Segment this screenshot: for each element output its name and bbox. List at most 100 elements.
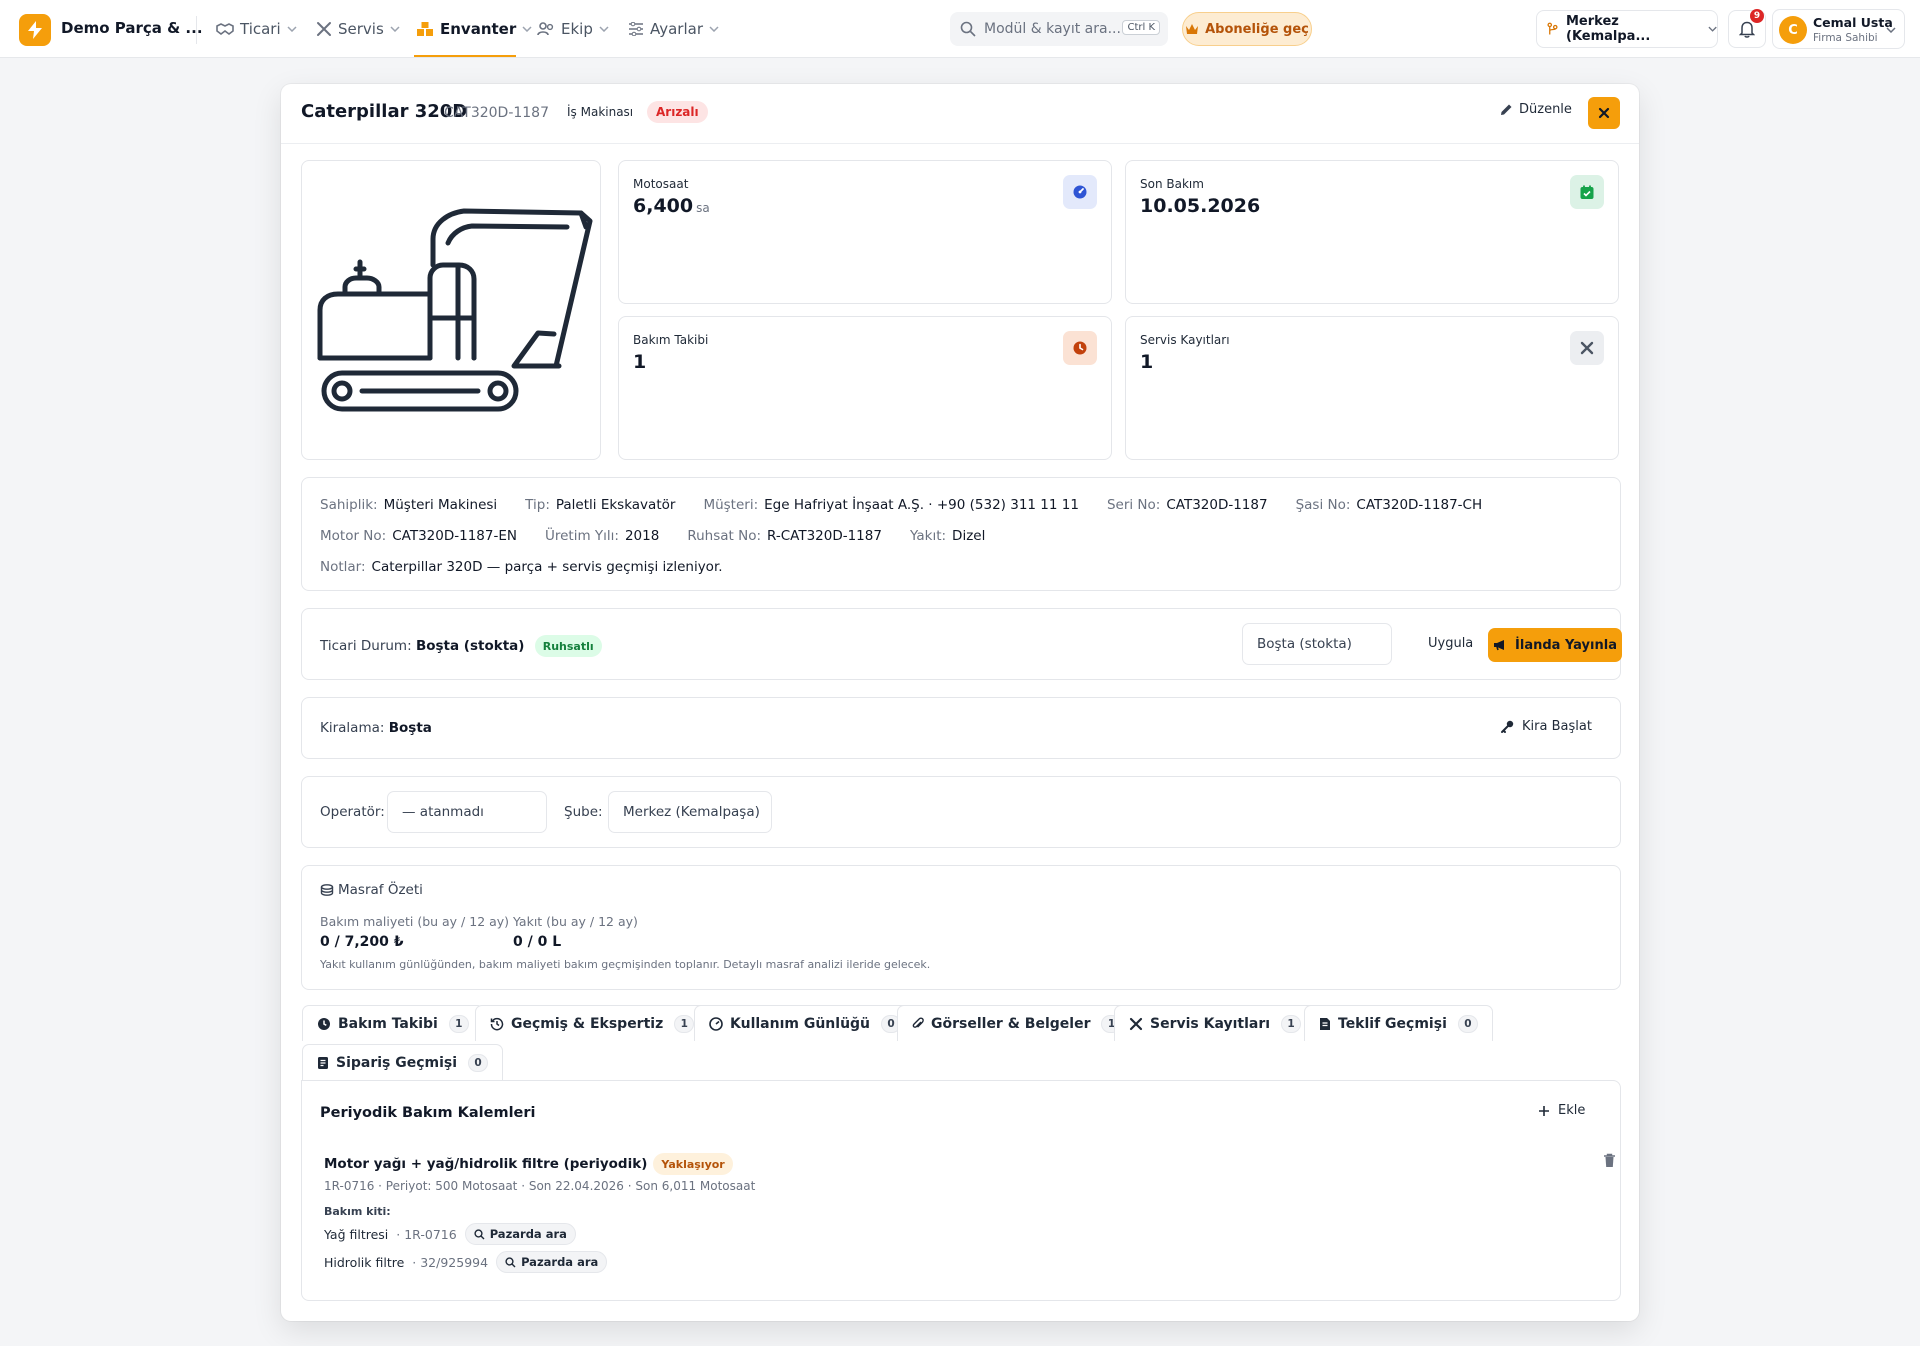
user-menu[interactable]: C Cemal Usta Firma Sahibi [1772,9,1905,49]
tab-bakim-takibi[interactable]: Bakım Takibi 1 [302,1005,484,1041]
operator-label: Operatör: [320,804,385,820]
bell-icon [1739,21,1755,38]
operator-select[interactable]: — atanmadı [387,791,547,833]
subscribe-button[interactable]: Aboneliğe geç [1182,12,1312,46]
pencil-icon [1501,104,1512,115]
tab-count: 0 [468,1053,489,1072]
details-row-2: Motor No: CAT320D-1187-EN Üretim Yılı: 201… [320,528,1013,544]
maintenance-item-title: Motor yağı + yağ/hidrolik filtre (periyo… [324,1153,733,1175]
machine-details: Sahiplik: Müşteri Makinesi Tip: Paletli Ek… [301,477,1621,591]
tab-gecmis-ekspertiz[interactable]: Geçmiş & Ekspertiz 1 [475,1005,710,1041]
maintenance-count-value: 1 [633,351,647,373]
tab-label: Kullanım Günlüğü [730,1015,871,1032]
add-maintenance-button[interactable]: Ekle [1538,1103,1585,1118]
avatar: C [1779,16,1807,44]
nav-label: Envanter [440,20,517,38]
chevron-down-icon [599,26,609,32]
paperclip-icon [912,1017,924,1028]
detail-value: 2018 [624,528,660,544]
apply-button[interactable]: Uygula [1428,636,1473,651]
tab-label: Bakım Takibi [338,1015,438,1032]
commercial-value: Boşta (stokta) [415,638,525,654]
nav-ayarlar[interactable]: Ayarlar [628,16,719,42]
nav-envanter[interactable]: Envanter [416,16,532,42]
branch-label: Şube: [564,804,603,820]
cost-summary-card: Masraf Özeti Bakım maliyeti (bu ay / 12 … [301,865,1621,990]
commercial-status-card: Ticari Durum: Boşta (stokta) Ruhsatlı Bo… [301,608,1622,680]
due-soon-badge: Yaklaşıyor [653,1153,733,1175]
nav-ticari[interactable]: Ticari [216,16,297,42]
start-rental-button[interactable]: Kira Başlat [1500,719,1592,734]
branch-selector[interactable]: Merkez (Kemalpa... [1536,10,1718,48]
subscribe-label: Aboneliğe geç [1205,21,1309,37]
coins-icon [320,884,334,896]
bolt-icon [28,21,42,39]
tab-count: 1 [448,1014,469,1033]
edit-button[interactable]: Düzenle [1499,102,1572,117]
maintenance-panel: Periyodik Bakım Kalemleri Ekle Motor yağ… [301,1080,1621,1301]
tab-label: Geçmiş & Ekspertiz [511,1015,664,1032]
clock-icon [1063,331,1097,365]
chevron-down-icon [1708,26,1717,32]
tab-gorseller-belgeler[interactable]: Görseller & Belgeler 1 [897,1005,1137,1041]
tab-siparis-gecmisi[interactable]: Sipariş Geçmişi 0 [302,1044,504,1080]
tools-icon [1570,331,1604,365]
commercial-status-select[interactable]: Boşta (stokta) [1242,623,1392,665]
detail-key: Sahiplik: [320,497,378,513]
search-icon [474,1228,485,1239]
tab-servis-kayitlari[interactable]: Servis Kayıtları 1 [1114,1005,1317,1041]
service-records-value: 1 [1140,351,1154,373]
tab-kullanim-gunlugu[interactable]: Kullanım Günlüğü 0 [694,1005,917,1041]
motosaat-value: 6,400 [633,195,694,217]
megaphone-icon [1494,640,1505,651]
machine-detail-modal: Caterpillar 320D CAT320D-1187 İş Makinas… [281,84,1639,1321]
nav-ekip[interactable]: Ekip [537,16,609,42]
tab-label: Teklif Geçmişi [1338,1015,1447,1032]
detail-key: Şasi No: [1295,497,1351,513]
detail-key: Seri No: [1106,497,1161,513]
close-icon [1598,107,1610,119]
cost-title-text: Masraf Özeti [338,882,423,898]
detail-key: Notlar: [320,559,366,575]
excavator-icon [317,208,593,412]
tab-teklif-gecmisi[interactable]: Teklif Geçmişi 0 [1304,1005,1493,1041]
wrench-icon [317,22,331,36]
trash-icon [1604,1153,1615,1167]
chevron-down-icon [390,26,400,32]
close-button[interactable] [1588,97,1620,129]
brand-name[interactable]: Demo Parça & ... [61,19,203,37]
branch-select[interactable]: Merkez (Kemalpaşa) [608,791,772,833]
details-row-1: Sahiplik: Müşteri Makinesi Tip: Paletli Ek… [320,497,1510,513]
machine-title: Caterpillar 320D [301,101,468,122]
search-market-button[interactable]: Pazarda ara [496,1251,608,1273]
chevron-down-icon [287,26,297,32]
detail-key: Üretim Yılı: [544,528,619,544]
edit-label: Düzenle [1519,102,1572,117]
last-service-value: 10.05.2026 [1140,195,1261,217]
nav-servis[interactable]: Servis [316,16,400,42]
search-icon [505,1256,516,1267]
global-search[interactable]: Modül & kayıt ara... Ctrl K [950,12,1168,46]
branch-label: Merkez (Kemalpa... [1566,14,1651,44]
app-logo[interactable] [19,14,51,46]
motosaat-unit: sa [696,201,710,215]
tab-label: Servis Kayıtları [1150,1015,1271,1032]
nav-label: Ticari [240,20,281,38]
detail-value: Dizel [952,528,986,544]
delete-item-button[interactable] [1603,1153,1616,1172]
tab-label: Görseller & Belgeler [931,1015,1091,1032]
tab-label: Sipariş Geçmişi [336,1054,458,1071]
search-icon [960,21,976,37]
user-role: Firma Sahibi [1813,32,1878,44]
kit-item-code: · 1R-0716 [396,1226,457,1242]
chevron-down-icon [1886,27,1896,33]
service-records-card: Servis Kayıtları 1 [1125,316,1619,460]
publish-listing-button[interactable]: İlanda Yayınla [1488,628,1622,662]
search-market-button[interactable]: Pazarda ara [464,1223,576,1245]
assignment-card: Operatör: — atanmadı Şube: Merkez (Kemal… [301,776,1621,848]
stat-label: Bakım Takibi [633,333,709,347]
tab-count: 1 [674,1014,695,1033]
detail-value: Müşteri Makinesi [383,497,498,513]
machine-image[interactable] [301,160,601,460]
nav-label: Servis [338,20,384,38]
